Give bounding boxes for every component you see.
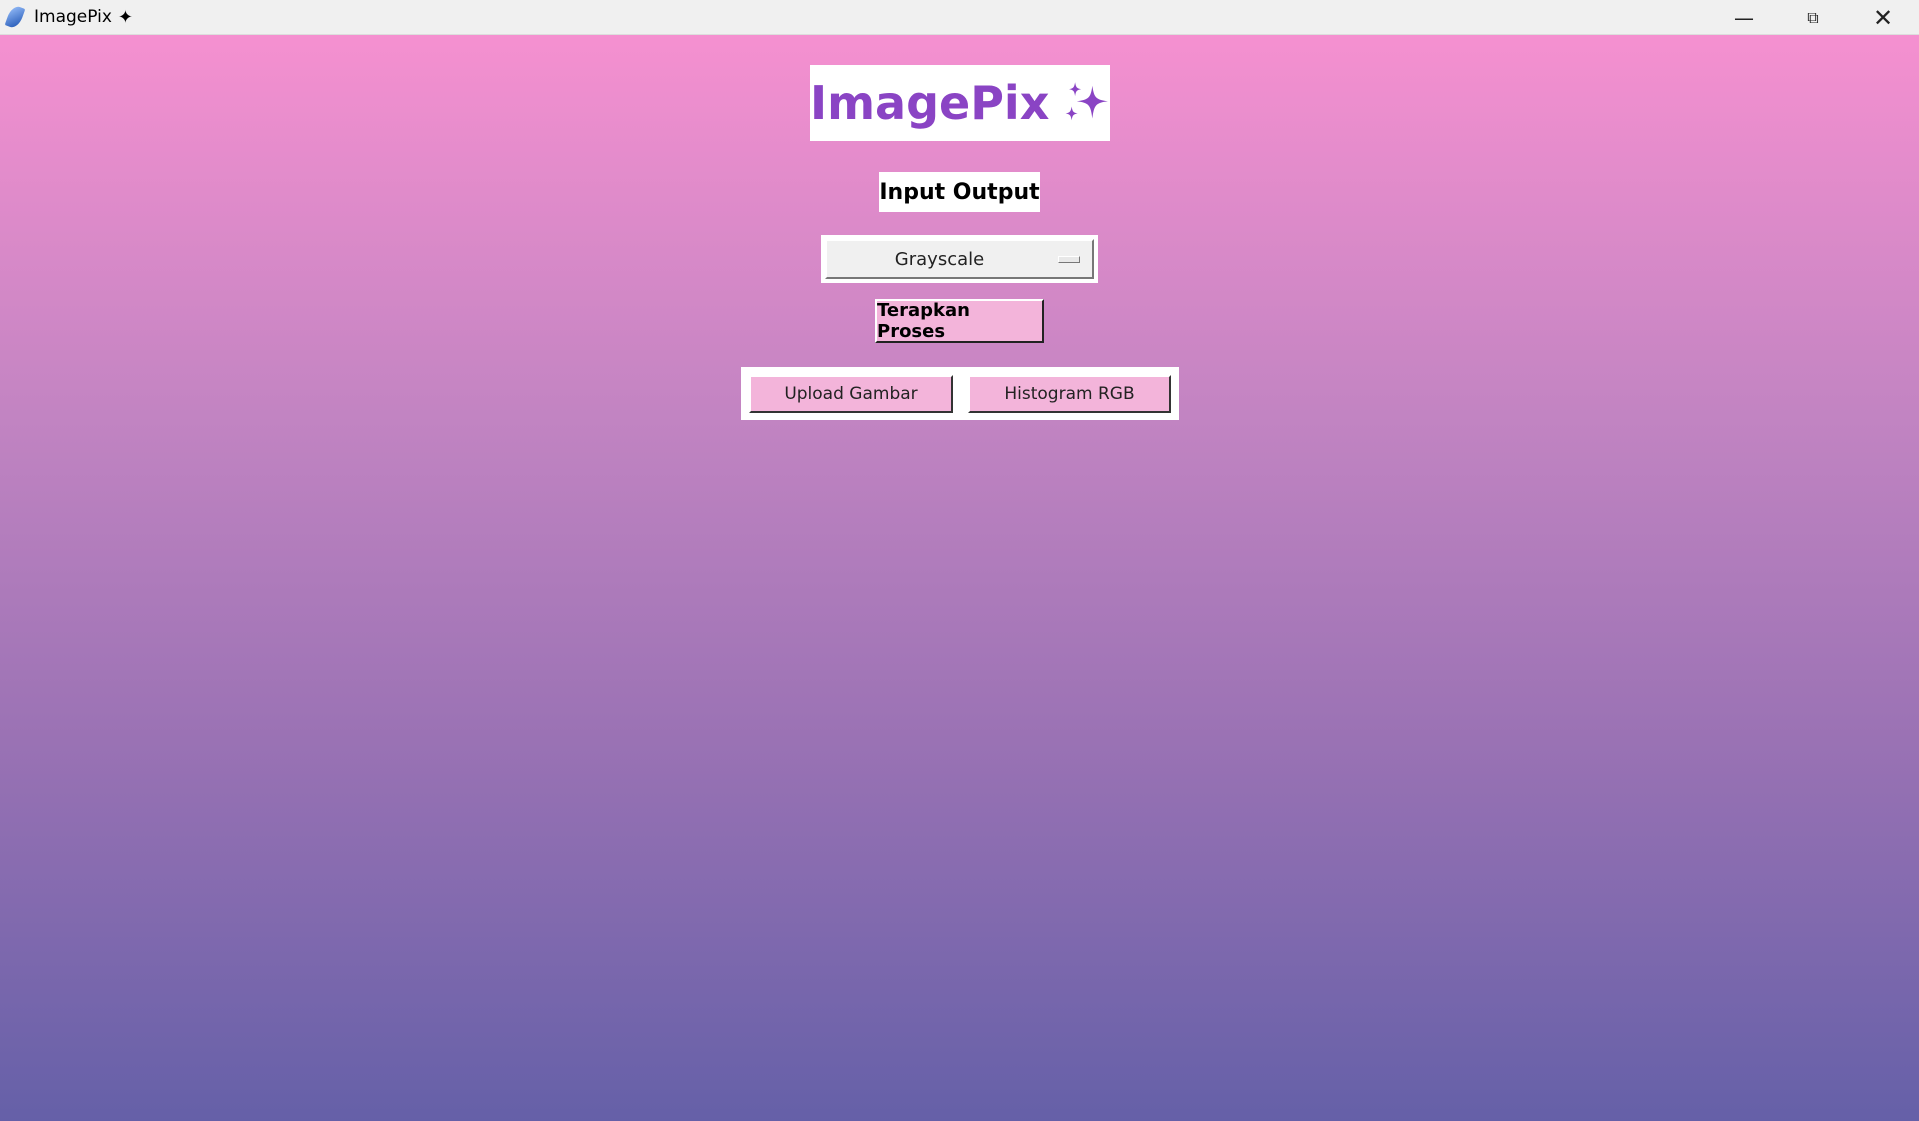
title-bar: ImagePix ✦ — ⧉ ✕ [0,0,1919,35]
window-title: ImagePix [34,7,112,27]
section-label: Input Output [879,172,1040,212]
main-window: ImagePix Input Output Grayscale Terapkan… [0,35,1919,1121]
dropdown-indicator-icon [1058,256,1080,263]
action-buttons-frame: Upload Gambar Histogram RGB [741,367,1179,420]
sparkles-icon: ✦ [117,6,133,28]
feather-icon [4,4,26,30]
histogram-rgb-button[interactable]: Histogram RGB [968,375,1171,413]
logo: ImagePix [810,65,1110,141]
dropdown-value: Grayscale [894,248,985,270]
process-dropdown-frame: Grayscale [821,235,1098,283]
sparkles-icon [1065,82,1109,121]
restore-button[interactable]: ⧉ [1778,0,1848,35]
apply-process-button[interactable]: Terapkan Proses [875,299,1044,343]
minimize-button[interactable]: — [1709,0,1779,35]
upload-image-button[interactable]: Upload Gambar [749,375,953,413]
close-button[interactable]: ✕ [1848,0,1918,35]
process-dropdown[interactable]: Grayscale [825,239,1094,279]
logo-text: ImagePix [810,76,1050,130]
